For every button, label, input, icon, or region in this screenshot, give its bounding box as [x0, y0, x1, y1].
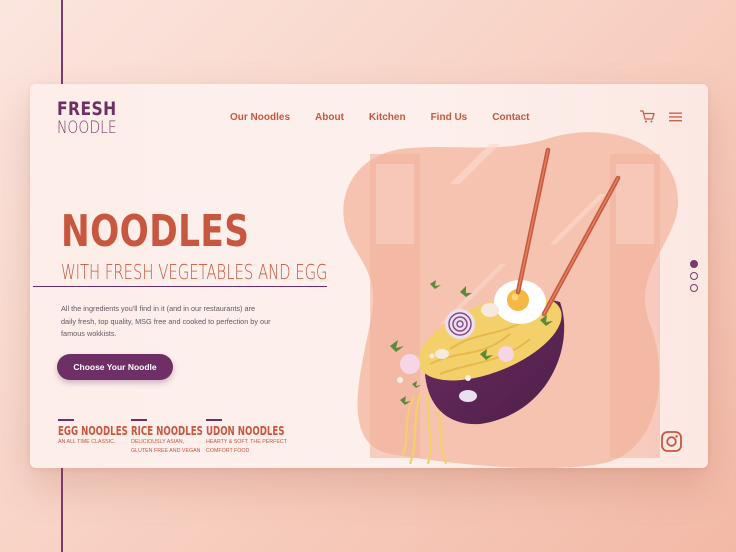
category-desc-line2: GLUTEN FREE AND VEGAN	[131, 447, 201, 454]
category-marker	[58, 419, 74, 421]
hero-subtitle: WITH FRESH VEGETABLES AND EGG	[61, 260, 328, 284]
header-icons	[640, 110, 682, 123]
hero-divider	[33, 286, 327, 287]
category-desc-line2: COMFORT FOOD	[206, 447, 250, 454]
category-desc-line1: DELICIOUSLY ASIAN,	[131, 439, 185, 445]
category-desc-line1: HEARTY & SOFT. THE PERFECT	[206, 439, 287, 445]
main-nav: Our Noodles About Kitchen Find Us Contac…	[230, 112, 529, 123]
nav-item-find-us[interactable]: Find Us	[431, 112, 468, 123]
choose-noodle-button[interactable]: Choose Your Noodle	[57, 354, 173, 380]
instagram-icon[interactable]	[661, 431, 682, 452]
category-marker	[206, 419, 222, 421]
nav-item-our-noodles[interactable]: Our Noodles	[230, 112, 290, 123]
category-egg-noodles[interactable]: EGG NOODLES AN ALL TIME CLASSIC.	[58, 419, 131, 455]
nav-item-about[interactable]: About	[315, 112, 344, 123]
slider-dot-1[interactable]	[690, 260, 698, 268]
category-desc-line1: AN ALL TIME CLASSIC.	[58, 439, 116, 445]
slider-dots	[690, 260, 698, 292]
category-marker	[131, 419, 147, 421]
slider-dot-3[interactable]	[690, 284, 698, 292]
brand-logo[interactable]: FRESH NOODLE	[57, 100, 130, 137]
brand-logo-line1: FRESH	[57, 98, 117, 120]
slider-dot-2[interactable]	[690, 272, 698, 280]
menu-icon[interactable]	[669, 112, 682, 122]
nav-item-contact[interactable]: Contact	[492, 112, 529, 123]
category-rice-noodles[interactable]: RICE NOODLES DELICIOUSLY ASIAN, GLUTEN F…	[131, 419, 206, 455]
nav-item-kitchen[interactable]: Kitchen	[369, 112, 406, 123]
cart-icon[interactable]	[640, 110, 655, 123]
hero-title: NOODLES	[61, 206, 250, 257]
category-udon-noodles[interactable]: UDON NOODLES HEARTY & SOFT. THE PERFECT …	[206, 419, 287, 455]
brand-logo-line2: NOODLE	[57, 118, 117, 138]
category-name: RICE NOODLES	[131, 424, 203, 438]
category-name: EGG NOODLES	[58, 424, 128, 438]
noodle-categories: EGG NOODLES AN ALL TIME CLASSIC. RICE NO…	[58, 419, 287, 455]
noodle-bowl-illustration	[343, 132, 679, 468]
hero-description: All the ingredients you'll find in it (a…	[61, 304, 271, 338]
landing-page-card: FRESH NOODLE Our Noodles About Kitchen F…	[30, 84, 708, 468]
category-name: UDON NOODLES	[206, 424, 285, 438]
